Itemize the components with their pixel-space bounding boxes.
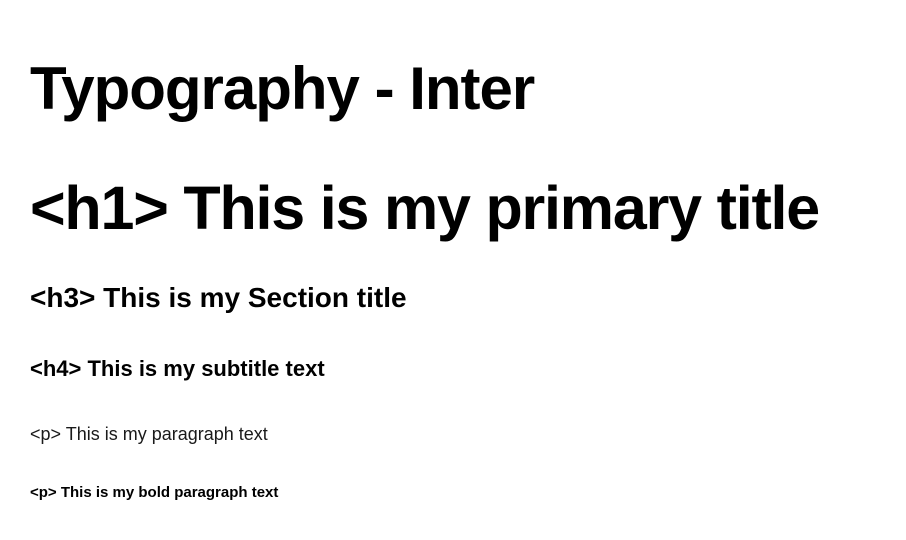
h3-sample-text: <h3> This is my Section title [30,282,407,313]
h1-sample-text: <h1> This is my primary title [30,174,820,242]
h4-sample-text: <h4> This is my subtitle text [30,356,325,381]
typography-specimen: Typography - Inter <h1> This is my prima… [0,0,906,540]
paragraph-sample-text: <p> This is my paragraph text [30,424,268,444]
page-title: Typography - Inter [30,55,535,122]
bold-paragraph-sample-text: <p> This is my bold paragraph text [30,484,279,501]
